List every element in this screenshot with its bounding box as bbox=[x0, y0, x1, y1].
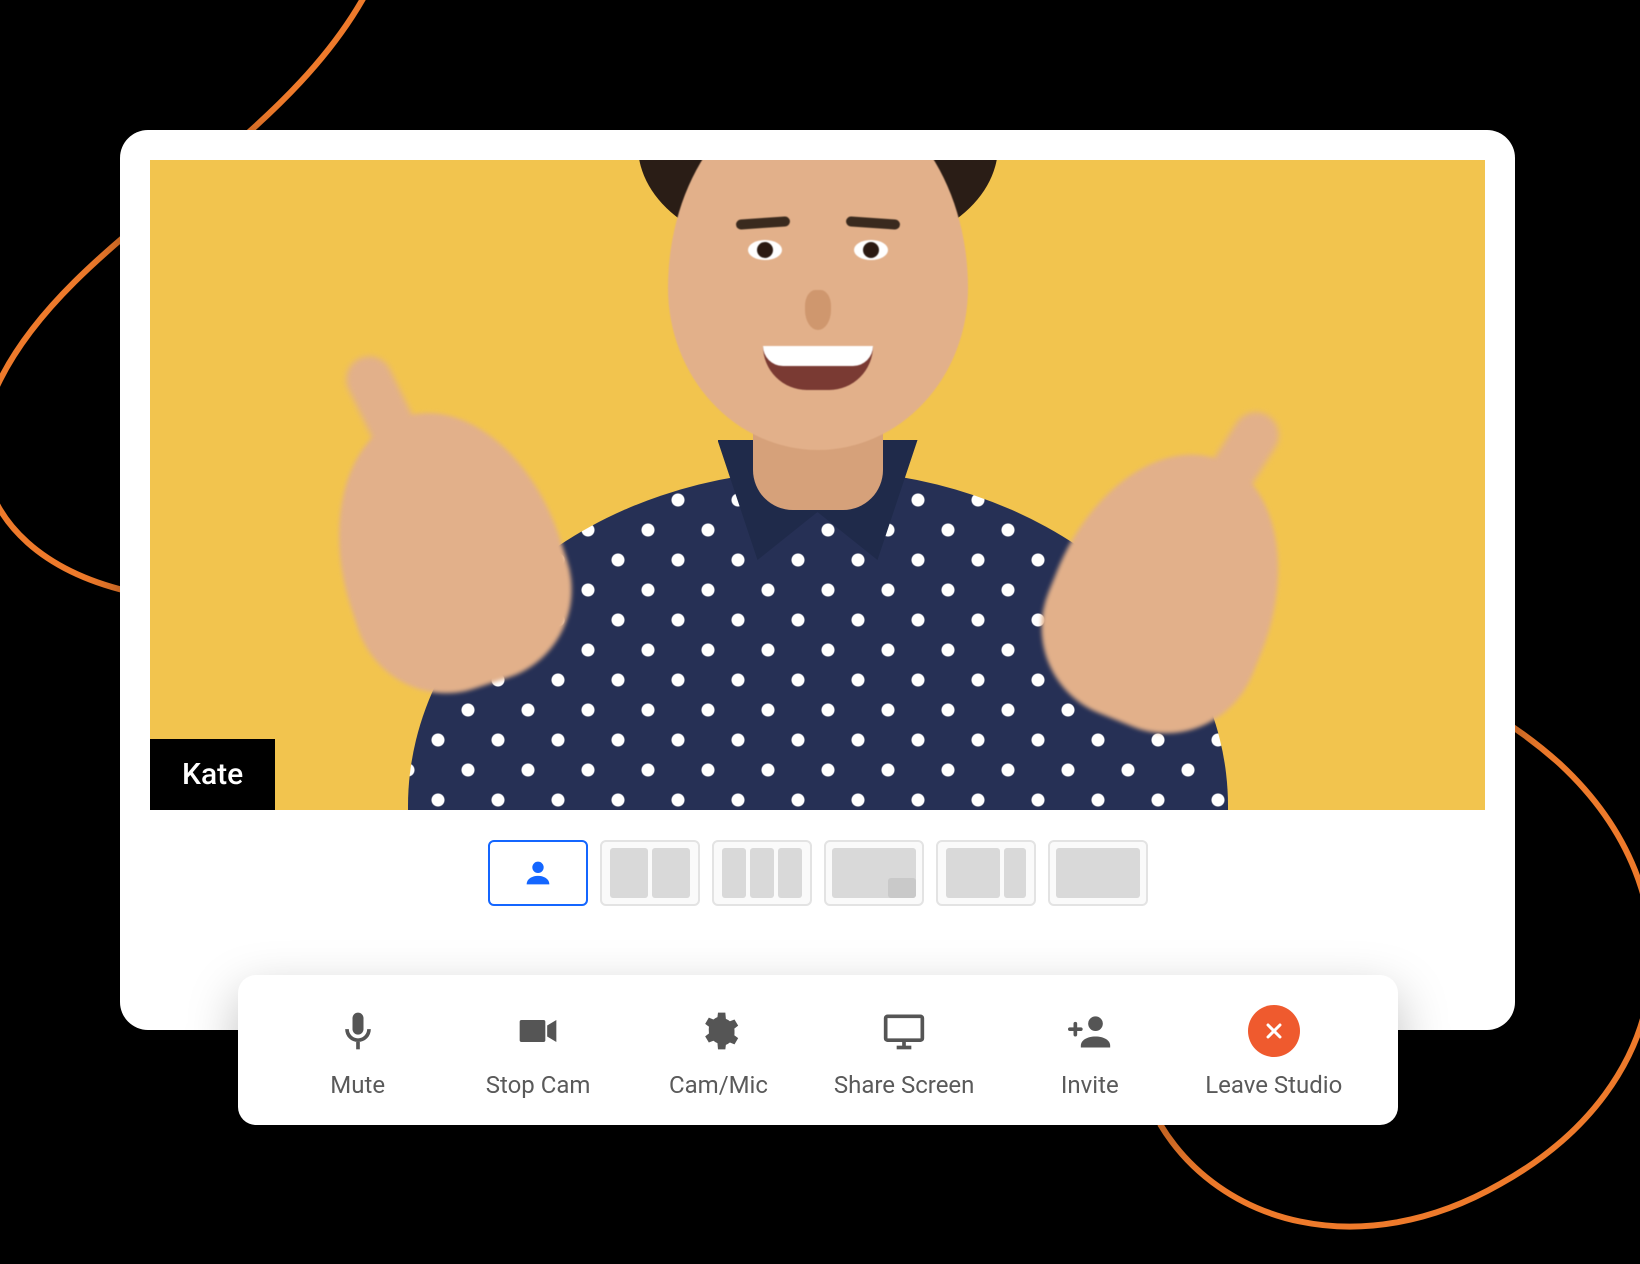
mute-button[interactable]: Mute bbox=[293, 1005, 423, 1099]
stop-cam-label: Stop Cam bbox=[486, 1071, 591, 1099]
leave-studio-label: Leave Studio bbox=[1205, 1071, 1342, 1099]
video-feed: Kate bbox=[150, 160, 1485, 810]
layout-option-side[interactable] bbox=[936, 840, 1036, 906]
layout-picker bbox=[120, 840, 1515, 906]
stop-cam-button[interactable]: Stop Cam bbox=[473, 1005, 603, 1099]
cam-mic-settings-button[interactable]: Cam/Mic bbox=[653, 1005, 783, 1099]
participant-name: Kate bbox=[182, 757, 243, 792]
leave-studio-button[interactable]: Leave Studio bbox=[1205, 1005, 1342, 1099]
layout-option-single[interactable] bbox=[488, 840, 588, 906]
layout-option-pip[interactable] bbox=[824, 840, 924, 906]
share-screen-label: Share Screen bbox=[834, 1071, 975, 1099]
invite-button[interactable]: Invite bbox=[1025, 1005, 1155, 1099]
mic-icon bbox=[332, 1005, 384, 1057]
share-screen-button[interactable]: Share Screen bbox=[834, 1005, 975, 1099]
studio-toolbar: Mute Stop Cam Cam/Mic Share Screen Invit bbox=[238, 975, 1398, 1125]
close-icon bbox=[1248, 1005, 1300, 1057]
camera-icon bbox=[512, 1005, 564, 1057]
layout-option-full[interactable] bbox=[1048, 840, 1148, 906]
layout-option-grid-3[interactable] bbox=[712, 840, 812, 906]
cam-mic-label: Cam/Mic bbox=[669, 1071, 768, 1099]
participant-name-tag: Kate bbox=[150, 739, 275, 810]
invite-icon bbox=[1064, 1005, 1116, 1057]
mute-label: Mute bbox=[330, 1071, 385, 1099]
gear-icon bbox=[692, 1005, 744, 1057]
studio-window: Kate Mute bbox=[120, 130, 1515, 1030]
presenter-avatar bbox=[378, 160, 1258, 810]
invite-label: Invite bbox=[1061, 1071, 1119, 1099]
layout-option-two-up[interactable] bbox=[600, 840, 700, 906]
monitor-icon bbox=[878, 1005, 930, 1057]
